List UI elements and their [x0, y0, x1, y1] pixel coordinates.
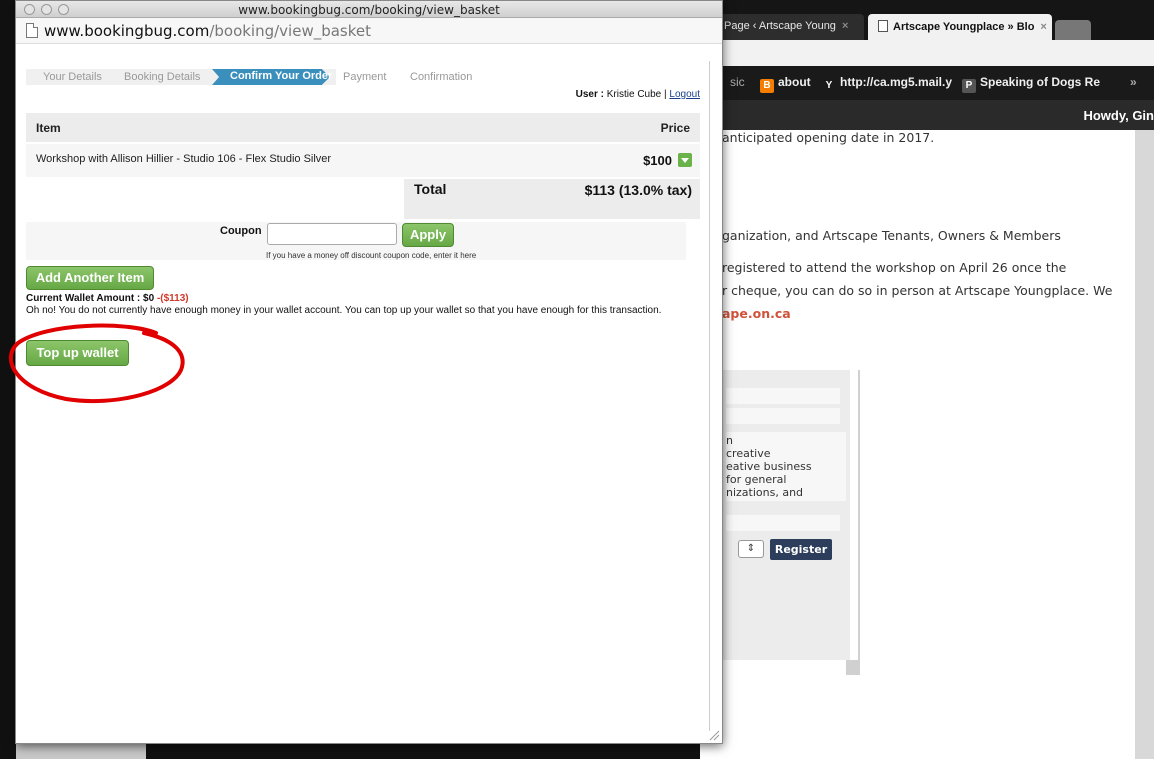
admin-greeting[interactable]: Howdy, Gin — [1083, 108, 1154, 123]
background-tab-page[interactable]: Page ‹ Artscape Young × — [714, 14, 864, 40]
popup-scroll-edge — [709, 61, 710, 731]
registration-form: n creative eative business for general n… — [720, 370, 858, 660]
booking-popup-window: www.bookingbug.com/booking/view_basket w… — [8, 0, 723, 744]
top-up-wallet-button[interactable]: Top up wallet — [26, 340, 129, 366]
chevron-down-icon[interactable] — [678, 153, 692, 167]
user-label: User : — [575, 89, 604, 100]
quantity-select[interactable]: ⇕ — [738, 540, 764, 558]
window-title: www.bookingbug.com/booking/view_basket — [238, 3, 500, 17]
background-tab-strip: Page ‹ Artscape Young × Artscape Youngpla… — [700, 0, 1154, 40]
background-page-content: anticipated opening date in 2017. ganiza… — [700, 130, 1135, 759]
step-your-details[interactable]: Your Details — [43, 70, 102, 84]
bookmark-speaking-of-dogs[interactable]: P Speaking of Dogs Re — [962, 75, 1100, 93]
background-text-line: registered to attend the workshop on Apr… — [722, 260, 1067, 275]
coupon-label: Coupon — [220, 225, 262, 237]
page-icon — [26, 23, 38, 38]
popup-title-bar[interactable]: www.bookingbug.com/booking/view_basket — [16, 1, 722, 18]
popup-url-bar[interactable]: www.bookingbug.com/booking/view_basket — [16, 18, 722, 44]
page-icon — [878, 20, 888, 32]
bookmark-label: http://ca.mg5.mail.y — [840, 75, 953, 89]
register-button[interactable]: Register — [770, 539, 832, 560]
bookmark-label: about — [778, 75, 811, 89]
form-text-line: n — [726, 434, 733, 447]
popup-url[interactable]: www.bookingbug.com/booking/view_basket — [44, 22, 371, 40]
apply-coupon-button[interactable]: Apply — [402, 223, 454, 247]
form-description: n creative eative business for general n… — [726, 432, 846, 501]
total-value: $113 (13.0% tax) — [584, 182, 692, 198]
wallet-shortfall: -($113) — [156, 293, 189, 304]
blogger-icon: B — [760, 79, 774, 93]
step-confirmation: Confirmation — [410, 71, 473, 83]
background-url-bar — [700, 40, 1154, 66]
bookmark-label: Speaking of Dogs Re — [980, 75, 1101, 89]
background-text-line: anticipated opening date in 2017. — [722, 130, 935, 145]
bookmark-item[interactable]: sic — [730, 75, 745, 89]
select-arrows-icon: ⇕ — [746, 543, 756, 554]
new-tab-button[interactable] — [1055, 20, 1091, 40]
total-label: Total — [414, 181, 447, 197]
column-header-price: Price — [660, 121, 690, 135]
form-text-line: creative — [726, 447, 771, 460]
form-row — [726, 515, 840, 531]
bookmarks-bar: sic Babout Yhttp://ca.mg5.mail.y P Speaki… — [700, 66, 1154, 100]
bookmark-about[interactable]: Babout — [760, 75, 811, 93]
form-row — [726, 408, 840, 424]
background-tab-artscape[interactable]: Artscape Youngplace » Blo × — [868, 14, 1052, 40]
basket-table-header: Item Price — [26, 113, 700, 142]
url-host: www.bookingbug.com — [44, 22, 210, 40]
step-booking-details[interactable]: Booking Details — [124, 70, 200, 84]
url-path: /booking/view_basket — [209, 22, 372, 40]
form-text-line: for general — [726, 473, 787, 486]
wallet-label: Current Wallet Amount : $0 — [26, 293, 155, 304]
close-icon[interactable]: × — [1040, 21, 1046, 33]
close-icon[interactable]: × — [842, 20, 848, 32]
admin-bar: Howdy, Gin — [700, 100, 1154, 130]
logout-link[interactable]: Logout — [669, 89, 700, 100]
coupon-input[interactable] — [267, 223, 397, 245]
coupon-help-text: If you have a money off discount coupon … — [266, 251, 477, 260]
tab-label: Artscape Youngplace » Blo — [893, 21, 1035, 33]
total-box: Total $113 (13.0% tax) — [404, 179, 700, 219]
background-text-line: r cheque, you can do so in person at Art… — [722, 283, 1113, 298]
resize-grip-icon[interactable] — [708, 729, 720, 741]
pin-icon: P — [962, 79, 976, 93]
separator: | — [664, 89, 667, 100]
table-row: Workshop with Allison Hillier - Studio 1… — [26, 144, 700, 177]
yahoo-icon: Y — [822, 79, 836, 93]
form-row — [726, 388, 840, 404]
step-payment: Payment — [343, 71, 387, 83]
form-text-line: nizations, and — [726, 486, 804, 499]
bookmark-yahoo[interactable]: Yhttp://ca.mg5.mail.y — [822, 75, 952, 93]
tab-label: Page ‹ Artscape Young — [724, 20, 836, 32]
background-text-line: ganization, and Artscape Tenants, Owners… — [722, 228, 1061, 243]
form-text-line: eative business — [726, 460, 812, 473]
user-name: Kristie Cube — [606, 89, 662, 100]
wallet-amount: Current Wallet Amount : $0 -($113) — [26, 293, 189, 304]
wallet-message: Oh no! You do not currently have enough … — [26, 305, 662, 316]
coupon-row: Coupon Apply If you have a money off dis… — [26, 222, 686, 260]
background-right-edge — [1135, 130, 1154, 759]
column-header-item: Item — [36, 121, 61, 135]
item-price: $100 — [643, 153, 672, 168]
background-email-link[interactable]: ape.on.ca — [722, 306, 791, 321]
step-confirm-your-order: Confirm Your Order — [230, 70, 333, 82]
item-description: Workshop with Allison Hillier - Studio 1… — [36, 153, 332, 165]
user-line: User : Kristie Cube | Logout — [576, 89, 700, 100]
bookmarks-overflow-icon[interactable]: » — [1130, 75, 1137, 89]
add-another-item-button[interactable]: Add Another Item — [26, 266, 154, 290]
